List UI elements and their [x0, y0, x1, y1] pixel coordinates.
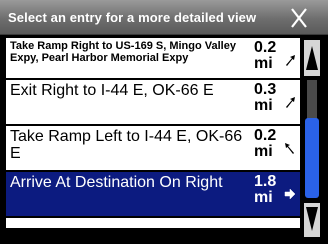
turn-instruction: Take Ramp Left to I-44 E, OK-66 E: [10, 128, 243, 162]
chevron-down-icon: [306, 207, 318, 231]
turn-instruction: Arrive At Destination On Right: [10, 174, 223, 191]
turn-distance: 0.2 mi: [254, 127, 277, 160]
dialog-title: Select an entry for a more detailed view: [8, 10, 257, 25]
list-item[interactable]: Take Ramp Left to I-44 E, OK-66 E 0.2 mi: [6, 126, 300, 172]
scroll-down-button[interactable]: [304, 203, 320, 237]
turn-list: Take Ramp Right to US-169 S, Mingo Valle…: [6, 38, 300, 228]
turn-distance: 0.2 mi: [254, 39, 277, 72]
chevron-up-icon: [306, 46, 318, 70]
turn-instruction: Exit Right to I-44 E, OK-66 E: [10, 82, 214, 99]
close-icon: [291, 8, 307, 28]
window: Select an entry for a more detailed view…: [0, 0, 328, 244]
list-item[interactable]: Take Ramp Right to US-169 S, Mingo Valle…: [6, 38, 300, 80]
turn-right-arrow-icon: [286, 97, 295, 108]
turn-left-arrow-icon: [285, 143, 294, 154]
turn-distance: 1.8 mi: [254, 173, 277, 206]
destination-arrow-icon: [284, 188, 296, 200]
scrollbar[interactable]: [302, 38, 322, 238]
scroll-up-button[interactable]: [304, 40, 320, 76]
title-bar: Select an entry for a more detailed view: [0, 0, 328, 35]
list-item[interactable]: Exit Right to I-44 E, OK-66 E 0.3 mi: [6, 80, 300, 126]
scroll-thumb[interactable]: [305, 118, 319, 198]
close-button[interactable]: [279, 6, 319, 30]
list-item-selected[interactable]: Arrive At Destination On Right 1.8 mi: [6, 172, 300, 218]
turn-instruction: Take Ramp Right to US-169 S, Mingo Valle…: [10, 40, 236, 64]
turn-right-arrow-icon: [286, 55, 295, 66]
turn-distance: 0.3 mi: [254, 81, 277, 114]
